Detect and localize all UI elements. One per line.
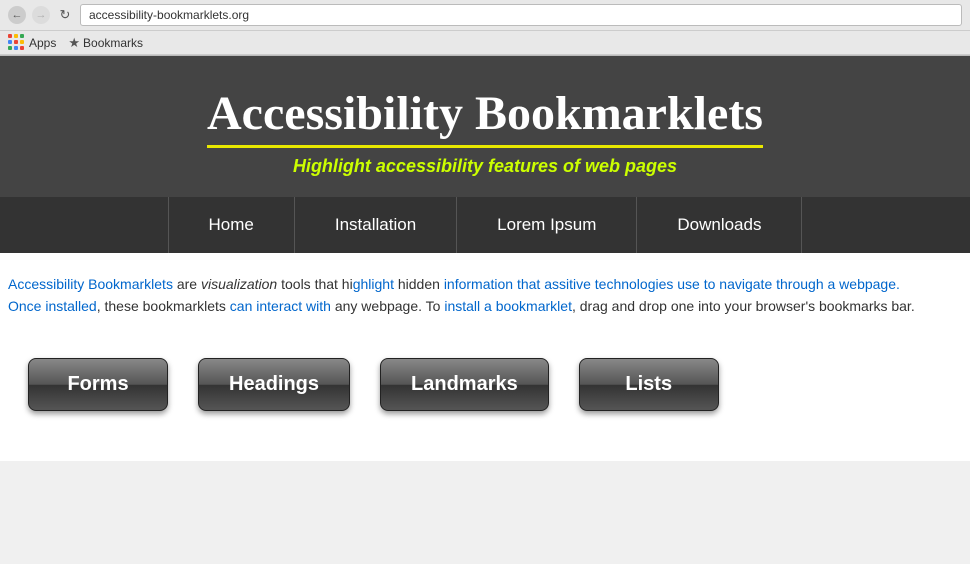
page-content: Accessibility Bookmarklets Highlight acc…: [0, 56, 970, 461]
apps-link[interactable]: Apps: [8, 34, 56, 51]
bookmarks-link[interactable]: ★ Bookmarks: [68, 35, 143, 51]
main-content: Accessibility Bookmarklets are visualiza…: [0, 253, 970, 441]
headings-bookmarklet[interactable]: Headings: [198, 358, 350, 411]
apps-grid-icon: [8, 34, 25, 51]
forward-button[interactable]: →: [32, 6, 50, 24]
footer-space: [0, 441, 970, 461]
bookmarks-bar: Apps ★ Bookmarks: [0, 31, 970, 55]
lists-bookmarklet[interactable]: Lists: [579, 358, 719, 411]
site-nav: Home Installation Lorem Ipsum Downloads: [0, 197, 970, 253]
nav-item-home[interactable]: Home: [168, 197, 295, 253]
browser-toolbar: ← → ↻: [0, 0, 970, 31]
back-button[interactable]: ←: [8, 6, 26, 24]
apps-label: Apps: [29, 36, 56, 50]
browser-chrome: ← → ↻ Apps ★ Bookmarks: [0, 0, 970, 56]
forms-bookmarklet[interactable]: Forms: [28, 358, 168, 411]
site-header: Accessibility Bookmarklets Highlight acc…: [0, 56, 970, 197]
nav-item-lorem-ipsum[interactable]: Lorem Ipsum: [457, 197, 637, 253]
address-bar[interactable]: [80, 4, 962, 26]
nav-item-installation[interactable]: Installation: [295, 197, 457, 253]
site-subtitle: Highlight accessibility features of web …: [0, 156, 970, 177]
refresh-button[interactable]: ↻: [56, 6, 74, 24]
bookmarklets-container: Forms Headings Landmarks Lists: [8, 348, 962, 421]
bookmarks-label: Bookmarks: [83, 36, 143, 50]
intro-paragraph: Accessibility Bookmarklets are visualiza…: [8, 273, 962, 318]
star-icon: ★: [68, 35, 80, 51]
landmarks-bookmarklet[interactable]: Landmarks: [380, 358, 549, 411]
nav-item-downloads[interactable]: Downloads: [637, 197, 802, 253]
site-title: Accessibility Bookmarklets: [207, 86, 763, 148]
